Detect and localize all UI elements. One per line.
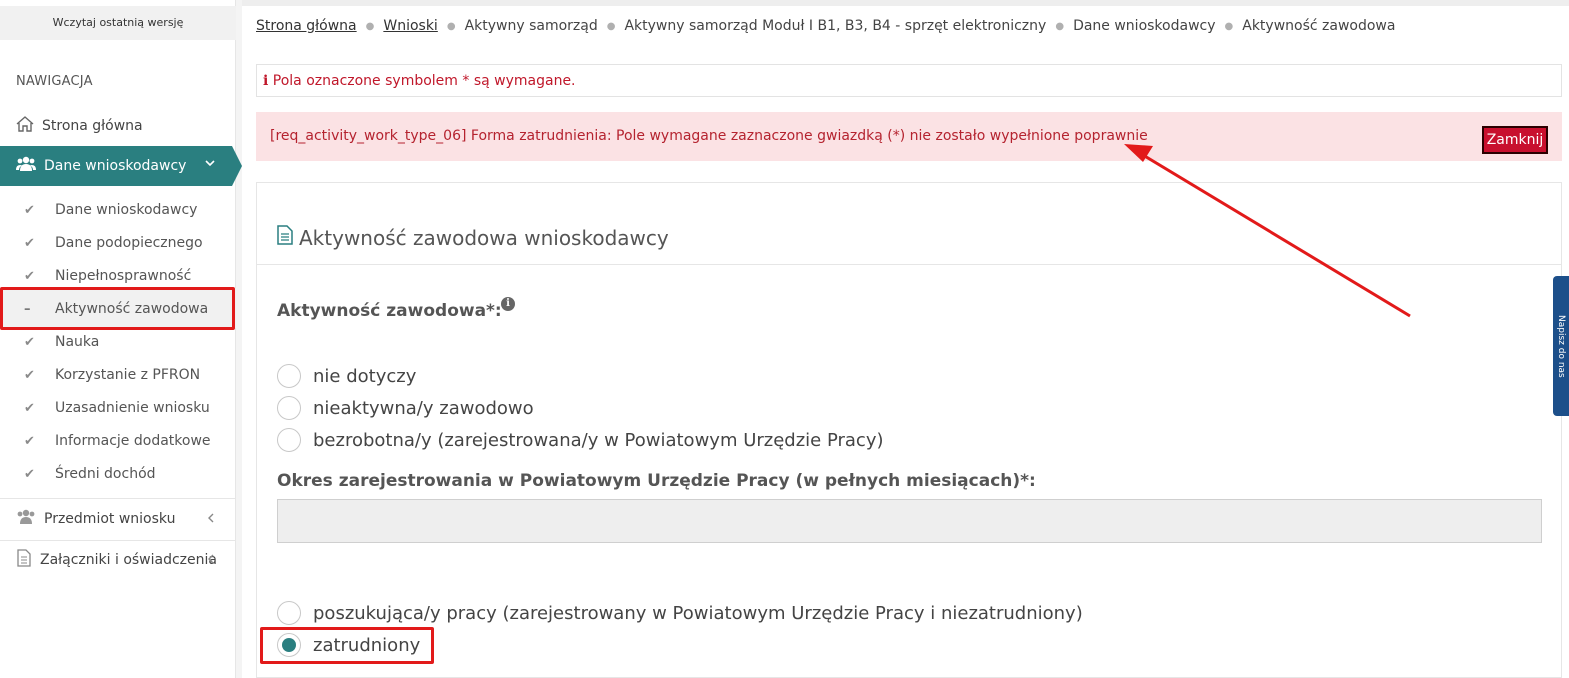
annotation-arrow (1124, 144, 1411, 318)
arrow-shaft (1142, 153, 1411, 318)
